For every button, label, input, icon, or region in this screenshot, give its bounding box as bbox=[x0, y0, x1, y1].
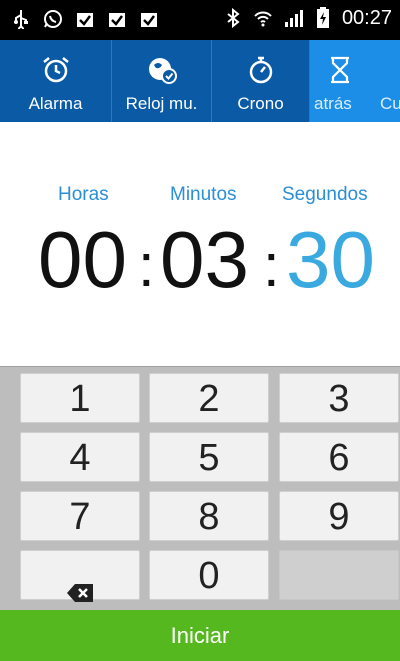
clipboard-check-icon bbox=[138, 8, 160, 30]
alarm-clock-icon bbox=[0, 54, 111, 86]
timer-labels: Horas Minutos Segundos bbox=[0, 184, 400, 210]
tab-world-clock[interactable]: Reloj mu. bbox=[112, 40, 212, 122]
tab-label: atrás bbox=[314, 94, 352, 113]
seconds-value[interactable]: 30 bbox=[286, 212, 375, 308]
battery-charging-icon bbox=[312, 7, 334, 29]
colon-separator: : bbox=[138, 232, 155, 299]
tab-alarm[interactable]: Alarma bbox=[0, 40, 112, 122]
clipboard-check-icon bbox=[74, 8, 96, 30]
minutes-label: Minutos bbox=[170, 184, 237, 205]
hours-value[interactable]: 00 bbox=[38, 212, 127, 308]
tab-label: Alarma bbox=[28, 94, 83, 113]
key-0[interactable]: 0 bbox=[149, 550, 269, 600]
clipboard-check-icon bbox=[106, 8, 128, 30]
usb-icon bbox=[10, 8, 32, 30]
wifi-icon bbox=[252, 7, 274, 29]
whatsapp-icon bbox=[42, 8, 64, 30]
backspace-icon bbox=[66, 566, 94, 616]
key-empty bbox=[279, 550, 399, 600]
key-4[interactable]: 4 bbox=[20, 432, 140, 482]
key-6[interactable]: 6 bbox=[279, 432, 399, 482]
key-5[interactable]: 5 bbox=[149, 432, 269, 482]
signal-icon bbox=[282, 7, 304, 29]
colon-separator: : bbox=[263, 232, 280, 299]
key-2[interactable]: 2 bbox=[149, 373, 269, 423]
backspace-button[interactable] bbox=[20, 550, 140, 602]
key-7[interactable]: 7 bbox=[20, 491, 140, 541]
key-8[interactable]: 8 bbox=[149, 491, 269, 541]
status-time: 00:27 bbox=[341, 7, 392, 29]
tab-partial[interactable]: Cu bbox=[370, 40, 400, 122]
tab-countdown[interactable]: atrás bbox=[310, 40, 370, 122]
key-3[interactable]: 3 bbox=[279, 373, 399, 423]
numeric-keypad: 1 2 3 4 5 6 7 8 9 0 bbox=[0, 366, 400, 610]
status-bar: 00:27 bbox=[0, 0, 400, 40]
timer-display: 00 : 03 : 30 bbox=[0, 212, 400, 308]
seconds-label: Segundos bbox=[282, 184, 368, 205]
tab-stopwatch[interactable]: Crono bbox=[212, 40, 310, 122]
tab-label: Cu bbox=[380, 94, 400, 113]
key-9[interactable]: 9 bbox=[279, 491, 399, 541]
world-clock-icon bbox=[112, 54, 211, 86]
key-1[interactable]: 1 bbox=[20, 373, 140, 423]
tab-label: Crono bbox=[237, 94, 284, 113]
start-button[interactable]: Iniciar bbox=[0, 610, 400, 661]
bluetooth-icon bbox=[222, 7, 244, 29]
hourglass-icon bbox=[310, 54, 370, 86]
tab-bar: Alarma Reloj mu. Crono atrás Cu bbox=[0, 40, 400, 122]
stopwatch-icon bbox=[212, 54, 309, 86]
tab-label: Reloj mu. bbox=[125, 94, 198, 113]
hours-label: Horas bbox=[58, 184, 109, 205]
minutes-value[interactable]: 03 bbox=[160, 212, 249, 308]
